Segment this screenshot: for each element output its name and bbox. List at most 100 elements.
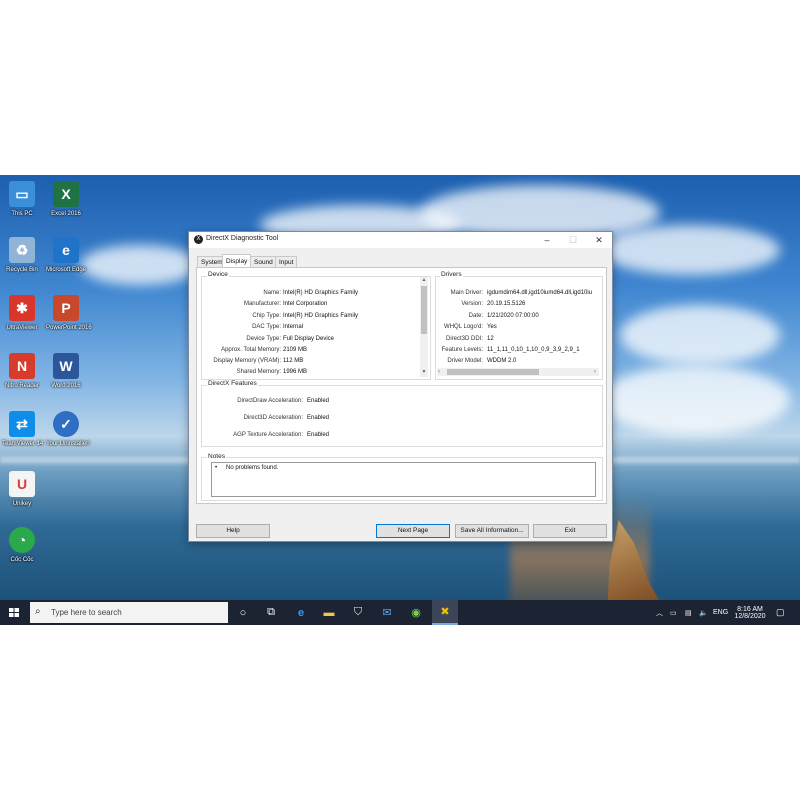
feature-key: Direct3D Acceleration: bbox=[243, 415, 303, 421]
teamviewer-icon: ⇄ bbox=[9, 411, 35, 437]
driver-key: Driver Model: bbox=[447, 358, 483, 364]
device-value: Intel(R) HD Graphics Family bbox=[283, 313, 359, 319]
close-button[interactable]: ✕ bbox=[586, 232, 612, 248]
driver-value: 12 bbox=[487, 336, 494, 342]
feature-value: Enabled bbox=[307, 432, 330, 438]
nitro-icon: N bbox=[9, 353, 35, 379]
action-center-icon[interactable]: ▢ bbox=[776, 600, 785, 625]
device-key: Device Type: bbox=[246, 336, 281, 342]
clock-time: 8:16 AM bbox=[737, 605, 763, 613]
drivers-content: Main Driver: igdumdim64.dll,igd10iumd64.… bbox=[436, 277, 596, 367]
driver-value: igdumdim64.dll,igd10iumd64.dll,igd10iu bbox=[487, 290, 593, 296]
driver-key: Direct3D DDI: bbox=[445, 336, 483, 342]
tab-display[interactable]: Display bbox=[222, 254, 252, 268]
display-tab-panel: Device Name: Intel(R) HD Graphics Family… bbox=[196, 267, 607, 504]
driver-key: Feature Levels: bbox=[441, 347, 483, 353]
desktop: ▭ This PC X Excel 2016 ♻ Recycle Bin e M… bbox=[0, 175, 800, 625]
device-value: 112 MB bbox=[283, 358, 304, 364]
desktop-icon-nitro[interactable]: N Nitro Reader bbox=[2, 353, 42, 390]
directx-diagnostic-window: X DirectX Diagnostic Tool – ☐ ✕ System D… bbox=[188, 231, 613, 542]
desktop-icon-teamviewer[interactable]: ⇄ TeamViewer 14 bbox=[2, 411, 43, 448]
feature-value: Enabled bbox=[307, 398, 330, 404]
window-title: DirectX Diagnostic Tool bbox=[206, 235, 279, 242]
directx-features-heading: DirectX Features bbox=[207, 380, 258, 387]
device-value: 1996 MB bbox=[283, 369, 308, 375]
save-all-information-button[interactable]: Save All Information... bbox=[455, 524, 529, 538]
unikey-icon: U bbox=[9, 471, 35, 497]
uninstaller-icon: ✓ bbox=[53, 411, 79, 437]
driver-value: 20.19.15.5126 bbox=[487, 301, 526, 307]
desktop-icon-powerpoint[interactable]: P PowerPoint 2016 bbox=[46, 295, 92, 332]
device-scroll-thumb[interactable] bbox=[421, 286, 427, 334]
show-hidden-icons-chevron-icon[interactable]: ︿ bbox=[656, 600, 663, 625]
desktop-icon-edge[interactable]: e Microsoft Edge bbox=[46, 237, 86, 274]
volume-icon[interactable]: 🔈 bbox=[699, 600, 708, 625]
desktop-icon-uninstaller[interactable]: ✓ Your Uninstaller! bbox=[46, 411, 90, 448]
driver-key: Main Driver: bbox=[450, 290, 483, 296]
notes-textbox[interactable]: • No problems found. bbox=[211, 462, 596, 497]
scroll-down-arrow-icon[interactable]: ▼ bbox=[420, 369, 428, 375]
taskbar: ⌕ Type here to search ○ ⧉ e ▬ ⛉ ✉ ◉ ✖ ︿ … bbox=[0, 600, 800, 625]
scroll-right-arrow-icon[interactable]: › bbox=[594, 368, 596, 376]
driver-value: Yes bbox=[487, 324, 497, 330]
coccoc-taskbar-icon[interactable]: ◉ bbox=[403, 600, 429, 625]
network-icon[interactable]: ▤ bbox=[685, 600, 692, 625]
clock[interactable]: 8:16 AM 12/8/2020 bbox=[734, 600, 766, 625]
feature-key: DirectDraw Acceleration: bbox=[237, 398, 303, 404]
directx-taskbar-icon[interactable]: ✖ bbox=[432, 600, 458, 625]
coccoc-icon: ◔ bbox=[9, 527, 35, 553]
ultraviewer-icon: ✱ bbox=[9, 295, 35, 321]
directx-icon: X bbox=[194, 235, 203, 244]
window-titlebar[interactable]: X DirectX Diagnostic Tool – ☐ ✕ bbox=[189, 232, 612, 248]
scroll-left-arrow-icon[interactable]: ‹ bbox=[438, 368, 440, 376]
cortana-icon[interactable]: ○ bbox=[230, 600, 256, 625]
clock-date: 12/8/2020 bbox=[734, 612, 766, 620]
device-value: 2109 MB bbox=[283, 347, 308, 353]
device-key: Manufacturer: bbox=[243, 301, 281, 307]
exit-button[interactable]: Exit bbox=[533, 524, 607, 538]
battery-icon[interactable]: ▭ bbox=[670, 600, 677, 625]
store-icon[interactable]: ⛉ bbox=[345, 600, 371, 625]
device-scrollbar[interactable]: ▲ ▼ bbox=[420, 277, 428, 377]
device-value: Internal bbox=[283, 324, 304, 330]
desktop-icon-unikey[interactable]: U Unikey bbox=[2, 471, 42, 508]
start-button[interactable] bbox=[0, 600, 28, 625]
device-key: Approx. Total Memory: bbox=[221, 347, 281, 353]
file-explorer-icon[interactable]: ▬ bbox=[316, 600, 342, 625]
device-key: Name: bbox=[263, 290, 281, 296]
feature-key: AGP Texture Acceleration: bbox=[233, 432, 303, 438]
drivers-scroll-thumb[interactable] bbox=[447, 369, 539, 375]
maximize-button[interactable]: ☐ bbox=[560, 232, 586, 248]
driver-value: 1/21/2020 07:00:00 bbox=[487, 313, 539, 319]
device-key: Display Memory (VRAM): bbox=[213, 358, 281, 364]
desktop-icon-this-pc[interactable]: ▭ This PC bbox=[2, 181, 42, 218]
task-view-icon[interactable]: ⧉ bbox=[258, 600, 284, 625]
help-button[interactable]: Help bbox=[196, 524, 270, 538]
device-value: Intel Corporation bbox=[283, 301, 328, 307]
mail-icon[interactable]: ✉ bbox=[374, 600, 400, 625]
driver-key: WHQL Logo'd: bbox=[444, 324, 483, 330]
desktop-icon-recycle-bin[interactable]: ♻ Recycle Bin bbox=[2, 237, 42, 274]
edge-taskbar-icon[interactable]: e bbox=[288, 600, 314, 625]
recycle-bin-icon: ♻ bbox=[9, 237, 35, 263]
feature-value: Enabled bbox=[307, 415, 330, 421]
next-page-button[interactable]: Next Page bbox=[376, 524, 450, 538]
device-key: Chip Type: bbox=[252, 313, 281, 319]
desktop-icon-ultraviewer[interactable]: ✱ UltraViewer bbox=[2, 295, 42, 332]
desktop-icon-excel[interactable]: X Excel 2016 bbox=[46, 181, 86, 218]
desktop-icon-word[interactable]: W Word 2016 bbox=[46, 353, 86, 390]
taskbar-search-box[interactable]: ⌕ Type here to search bbox=[30, 602, 228, 623]
device-heading: Device bbox=[207, 271, 229, 278]
desktop-icon-coccoc[interactable]: ◔ Cốc Cốc bbox=[2, 527, 42, 564]
powerpoint-icon: P bbox=[53, 295, 79, 321]
driver-value: 11_1,11_0,10_1,10_0,9_3,9_2,9_1 bbox=[487, 347, 580, 353]
minimize-button[interactable]: – bbox=[534, 232, 560, 248]
drivers-horizontal-scrollbar[interactable]: ‹ › bbox=[437, 368, 599, 376]
notes-item: No problems found. bbox=[226, 465, 279, 471]
language-indicator[interactable]: ENG bbox=[713, 600, 728, 625]
search-icon: ⌕ bbox=[35, 606, 41, 617]
scroll-up-arrow-icon[interactable]: ▲ bbox=[420, 277, 428, 283]
driver-key: Date: bbox=[468, 313, 483, 319]
device-value: Intel(R) HD Graphics Family bbox=[283, 290, 359, 296]
this-pc-icon: ▭ bbox=[9, 181, 35, 207]
